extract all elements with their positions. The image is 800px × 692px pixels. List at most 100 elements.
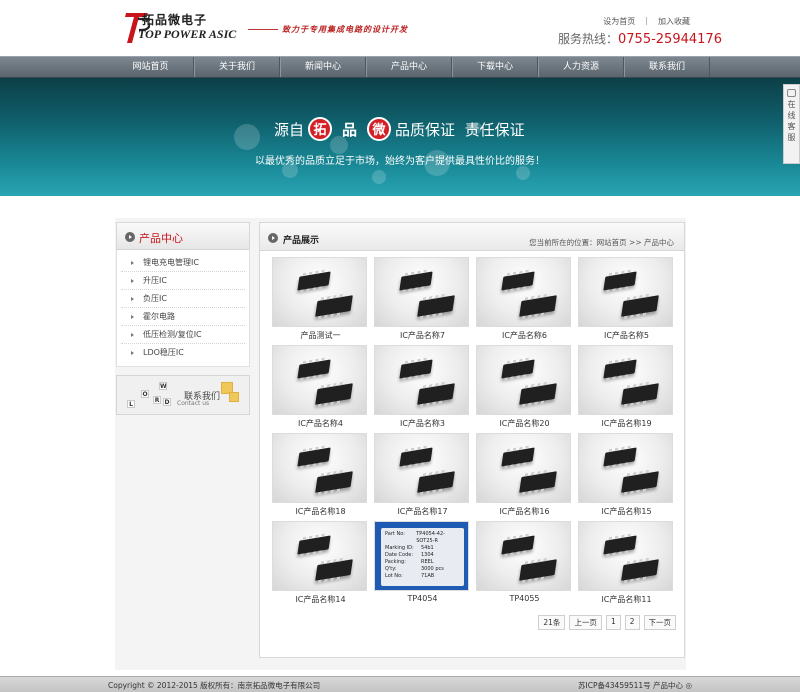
ic-chip-image [315, 383, 353, 405]
product-showcase: 产品展示 您当前所在的位置：网站首页 >> 产品中心 产品测试一 IC产品名称7 I… [259, 222, 685, 658]
main-nav: 网站首页 关于我们 新闻中心 产品中心 下载中心 人力资源 联系我们 [0, 56, 800, 78]
ic-chip-image [315, 559, 353, 581]
product-name[interactable]: 产品测试一 [272, 330, 369, 341]
nav-item-home[interactable]: 网站首页 [108, 57, 194, 77]
nav-item-about[interactable]: 关于我们 [194, 57, 280, 77]
sticker-row: Q'ty: 3000 pcs [385, 566, 460, 573]
category-list: 锂电充电管理IC 升压IC 负压IC 霍尔电路 低压检测/复位IC LDO稳压I… [116, 250, 250, 367]
product-name[interactable]: IC产品名称14 [272, 594, 369, 605]
ic-chip-image [417, 295, 455, 317]
product-name[interactable]: IC产品名称6 [476, 330, 573, 341]
product-card[interactable]: IC产品名称20 [476, 345, 573, 433]
sticker-row: Marking ID: 54b1 [385, 545, 460, 552]
product-card[interactable]: IC产品名称14 [272, 521, 369, 609]
category-item-negative-voltage[interactable]: 负压IC [121, 290, 245, 308]
product-name[interactable]: IC产品名称20 [476, 418, 573, 429]
product-chip-photo [272, 257, 367, 327]
product-chip-photo [578, 257, 673, 327]
product-card[interactable]: IC产品名称18 [272, 433, 369, 521]
product-name[interactable]: TP4054 [374, 594, 471, 603]
ic-chip-image [399, 359, 433, 379]
category-item-voltage-detect[interactable]: 低压检测/复位IC [121, 326, 245, 344]
copyright-text: Copyright © 2012-2015 版权所有：南京拓品微电子有限公司 [108, 681, 321, 690]
ic-chip-image [417, 383, 455, 405]
product-chip-photo [476, 345, 571, 415]
site-logo[interactable]: 拓品微电子 TOP POWER ASIC [124, 10, 236, 50]
product-card[interactable]: IC产品名称16 [476, 433, 573, 521]
icp-license-text[interactable]: 苏ICP备43459511号 产品中心 ◎ [578, 680, 692, 691]
banner-title-suffix: 品质保证 责任保证 [395, 120, 525, 139]
online-service-char: 服 [787, 133, 796, 142]
nav-item-hr[interactable]: 人力资源 [538, 57, 624, 77]
category-item-hall[interactable]: 霍尔电路 [121, 308, 245, 326]
product-chip-photo [476, 521, 571, 591]
product-card[interactable]: IC产品名称6 [476, 257, 573, 345]
pager-next-button[interactable]: 下一页 [643, 615, 676, 630]
sticker-key: Lot No: [385, 573, 403, 579]
contact-us-english: Contact us [177, 400, 210, 407]
sticker-value: 1304 [421, 552, 434, 558]
nav-item-products[interactable]: 产品中心 [366, 57, 452, 77]
pager-page-1[interactable]: 1 [605, 615, 621, 630]
product-card[interactable]: 产品测试一 [272, 257, 369, 345]
sticker-value: TP4054-42-SOT25-R [416, 531, 445, 544]
set-homepage-link[interactable]: 设为首页 [603, 16, 635, 27]
category-item-ldo[interactable]: LDO稳压IC [121, 344, 245, 362]
product-card[interactable]: IC产品名称5 [578, 257, 675, 345]
product-name[interactable]: TP4055 [476, 594, 573, 603]
product-chip-photo [272, 521, 367, 591]
pager-page-2[interactable]: 2 [624, 615, 640, 630]
ic-chip-image [621, 295, 659, 317]
add-favorite-link[interactable]: 加入收藏 [658, 16, 690, 27]
ic-chip-image [297, 359, 331, 379]
product-name[interactable]: IC产品名称18 [272, 506, 369, 517]
product-chip-photo [374, 433, 469, 503]
product-name[interactable]: IC产品名称5 [578, 330, 675, 341]
sticker-key: Packing: [385, 559, 406, 565]
ic-chip-image [519, 471, 557, 493]
banner-title-middle: 品 [342, 120, 358, 139]
product-card[interactable]: IC产品名称7 [374, 257, 471, 345]
product-card[interactable]: IC产品名称15 [578, 433, 675, 521]
nav-item-news[interactable]: 新闻中心 [280, 57, 366, 77]
banner-title-prefix: 源自 [274, 120, 305, 139]
nav-item-contact[interactable]: 联系我们 [624, 57, 710, 77]
ic-chip-image [501, 535, 535, 555]
product-card[interactable]: IC产品名称17 [374, 433, 471, 521]
site-header: 拓品微电子 TOP POWER ASIC 致力于专用集成电路的设计开发 设为首页… [0, 0, 800, 56]
online-service-tab[interactable]: 在 线 客 服 [783, 84, 800, 164]
nav-item-downloads[interactable]: 下载中心 [452, 57, 538, 77]
banner-badge-2: 微 [367, 117, 392, 141]
product-card[interactable]: TP4055 [476, 521, 573, 609]
product-card[interactable]: IC产品名称19 [578, 345, 675, 433]
product-name[interactable]: IC产品名称7 [374, 330, 471, 341]
ic-chip-image [519, 295, 557, 317]
product-name[interactable]: IC产品名称11 [578, 594, 675, 605]
ic-chip-image [417, 471, 455, 493]
product-card[interactable]: IC产品名称11 [578, 521, 675, 609]
product-name[interactable]: IC产品名称19 [578, 418, 675, 429]
decor-bubble [372, 170, 386, 184]
product-chip-photo [476, 257, 571, 327]
showcase-heading-label: 产品展示 [283, 236, 320, 246]
product-name[interactable]: IC产品名称4 [272, 418, 369, 429]
product-card[interactable]: IC产品名称4 [272, 345, 369, 433]
breadcrumb[interactable]: 您当前所在的位置：网站首页 >> 产品中心 [529, 237, 674, 248]
hotline: 服务热线：0755-25944176 [558, 30, 722, 47]
product-name[interactable]: IC产品名称17 [374, 506, 471, 517]
product-name[interactable]: IC产品名称15 [578, 506, 675, 517]
sticker-row: Date Code: 1304 [385, 552, 460, 559]
product-card[interactable]: Part No: TP4054-42-SOT25-R Marking ID: 54b1… [374, 521, 471, 609]
product-name[interactable]: IC产品名称16 [476, 506, 573, 517]
category-item-lithium-charger[interactable]: 锂电充电管理IC [121, 254, 245, 272]
slogan-line [248, 28, 278, 30]
category-item-boost[interactable]: 升压IC [121, 272, 245, 290]
contact-us-banner[interactable]: W O R L D 联系我们 Contact us [116, 375, 250, 415]
ic-chip-image [603, 447, 637, 467]
product-card[interactable]: IC产品名称3 [374, 345, 471, 433]
ic-chip-image [297, 535, 331, 555]
product-name[interactable]: IC产品名称3 [374, 418, 471, 429]
sticker-value: REEL [421, 559, 434, 565]
pager-prev-button[interactable]: 上一页 [569, 615, 602, 630]
sticker-key: Part No: [385, 531, 405, 537]
